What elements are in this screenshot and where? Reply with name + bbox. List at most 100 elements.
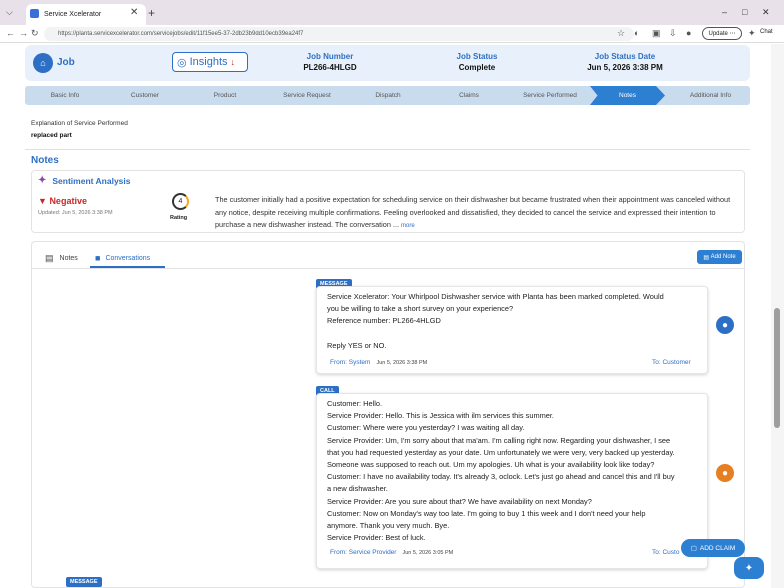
tab-notes-label: Notes — [59, 255, 78, 262]
rating-value: 4 — [178, 198, 183, 205]
sentiment-updated: Updated: Jun 5, 2026 3:38 PM — [38, 210, 113, 216]
next-message-badge: MESSAGE — [66, 577, 102, 587]
ai-assistant-button[interactable]: ✦ — [734, 557, 764, 579]
notes-heading: Notes — [31, 155, 59, 166]
split-icon[interactable]: ▣ — [652, 28, 661, 39]
transcript-line: Service Provider: Hello. This is Jessica… — [327, 411, 554, 421]
browser-tab[interactable]: Service Xcelerator — [26, 4, 146, 25]
message-line: Reply YES or NO. — [327, 340, 387, 350]
update-label: Update — [708, 30, 728, 37]
forward-icon[interactable]: → — [19, 28, 28, 38]
job-number-value: PL266-4HLGD — [303, 63, 357, 72]
sentiment-logo-icon: ✦ — [38, 175, 47, 186]
message-to: To: Customer — [652, 359, 691, 366]
message-line — [327, 328, 664, 340]
new-tab-icon[interactable]: + — [148, 6, 155, 20]
message-date: Jun 5, 2026 3:38 PM — [376, 360, 428, 366]
job-status-column: Job Status Complete — [432, 52, 522, 72]
job-status-date-title: Job Status Date — [594, 52, 656, 61]
scrollbar-thumb[interactable] — [774, 308, 780, 428]
sentiment-header: ✦ Sentiment Analysis — [38, 175, 131, 186]
step-additional-info[interactable]: Additional Info — [673, 92, 748, 99]
transcript-line: Customer: Where were you yesterday? I wa… — [327, 423, 525, 433]
transcript-line: a new dishwasher. — [327, 484, 388, 494]
step-basic-info[interactable]: Basic Info — [30, 92, 100, 99]
from-label: From: Service Provider — [330, 549, 397, 556]
job-status-date-column: Job Status Date Jun 5, 2026 3:38 PM — [570, 52, 680, 72]
message-from: From: System Jun 5, 2026 3:38 PM — [330, 359, 427, 366]
tab-title: Service Xcelerator — [44, 11, 102, 18]
section-divider — [25, 149, 750, 150]
thumbs-down-icon: ↓ — [230, 57, 236, 67]
message-line: Reference number: PL266-4HLGD — [327, 316, 441, 326]
step-notes-label: Notes — [619, 92, 636, 99]
star-icon[interactable]: ☆ — [617, 28, 625, 39]
tab-list-icon[interactable]: ⌵ — [6, 7, 13, 18]
rating-label: Rating — [170, 215, 188, 221]
more-link[interactable]: more — [401, 223, 415, 229]
job-status-value: Complete — [458, 63, 496, 72]
update-button[interactable]: Update ⋯ — [702, 27, 742, 40]
thumbs-down-icon: ▼ — [38, 196, 47, 206]
insights-label: Insights — [189, 56, 228, 68]
transcript-line: that you had requested yesterday as your… — [327, 447, 675, 457]
transcript-line: Service Provider: Best of luck. — [327, 533, 426, 543]
transcript-line: Customer: Now on Monday's way too late. … — [327, 508, 646, 518]
system-avatar-icon: ● — [716, 316, 734, 334]
url-text: https://planta.servicexcelerator.com/ser… — [58, 31, 304, 37]
reload-icon[interactable]: ↻ — [31, 28, 39, 39]
chat-label[interactable]: Chat — [760, 29, 773, 35]
message-line: Service Xcelerator: Your Whirlpool Dishw… — [327, 292, 664, 301]
call-from: From: Service Provider Jun 5, 2026 3:05 P… — [330, 549, 453, 556]
add-note-button[interactable]: ▤ Add Note — [697, 250, 742, 264]
from-label: From: System — [330, 359, 371, 366]
close-tab-icon[interactable]: ✕ — [130, 7, 138, 18]
provider-avatar-icon: ● — [716, 464, 734, 482]
step-service-performed[interactable]: Service Performed — [510, 92, 590, 99]
explanation-value: replaced part — [31, 132, 72, 139]
job-number-title: Job Number — [306, 52, 354, 61]
copilot-icon[interactable]: ✦ — [748, 28, 756, 39]
back-icon[interactable]: ← — [6, 28, 15, 38]
insights-button[interactable]: ◎ Insights ↓ — [172, 52, 248, 72]
step-customer[interactable]: Customer — [110, 92, 180, 99]
transcript-line: anymore. Thank you very much. Bye. — [327, 521, 450, 531]
downloads-icon[interactable]: ⇩ — [669, 28, 677, 39]
job-status-date-value: Jun 5, 2026 3:38 PM — [587, 63, 663, 72]
step-product[interactable]: Product — [190, 92, 260, 99]
step-claims[interactable]: Claims — [434, 92, 504, 99]
summary-text: The customer initially had a positive ex… — [215, 195, 731, 229]
add-claim-label: ADD CLAIM — [699, 544, 736, 552]
job-label: Job — [57, 57, 75, 68]
transcript-line: Someone was supposed to reach out. Um my… — [327, 460, 655, 470]
explanation-label: Explanation of Service Performed — [31, 120, 128, 127]
document-icon: ▤ — [45, 253, 54, 263]
url-input[interactable]: https://planta.servicexcelerator.com/ser… — [44, 27, 634, 41]
favicon-icon — [30, 9, 39, 18]
call-transcript: Customer: Hello. Service Provider: Hello… — [327, 398, 675, 544]
add-note-label: Add Note — [710, 254, 736, 260]
chat-icon: ■ — [95, 253, 101, 263]
call-to: To: Custo — [652, 549, 680, 556]
step-dispatch[interactable]: Dispatch — [353, 92, 423, 99]
add-claim-button[interactable]: ▢ ADD CLAIM — [681, 539, 745, 557]
sentiment-title: Sentiment Analysis — [52, 175, 131, 186]
tab-notes[interactable]: ▤ Notes — [45, 253, 78, 264]
maximize-icon[interactable]: □ — [742, 7, 747, 17]
call-date: Jun 5, 2026 3:05 PM — [402, 550, 454, 556]
step-service-request[interactable]: Service Request — [272, 92, 342, 99]
tabs-divider — [31, 268, 745, 269]
sparkle-icon: ✦ — [744, 562, 754, 574]
close-window-icon[interactable]: ✕ — [762, 7, 770, 18]
sentiment-label: Negative — [49, 196, 87, 206]
sentiment-summary: The customer initially had a positive ex… — [215, 194, 738, 233]
tab-conversations[interactable]: ■ Conversations — [95, 253, 150, 263]
profile-icon[interactable]: ● — [686, 28, 691, 38]
job-status-title: Job Status — [456, 52, 498, 61]
tab-conversations-label: Conversations — [105, 254, 151, 262]
step-notes[interactable]: Notes — [590, 86, 665, 105]
transcript-line: Customer: Hello. — [327, 399, 383, 408]
minimize-icon[interactable]: – — [722, 7, 727, 17]
transcript-line: Service Provider: Um, I'm sorry about th… — [327, 435, 671, 445]
extension-icon[interactable]: ◐ — [634, 28, 639, 38]
